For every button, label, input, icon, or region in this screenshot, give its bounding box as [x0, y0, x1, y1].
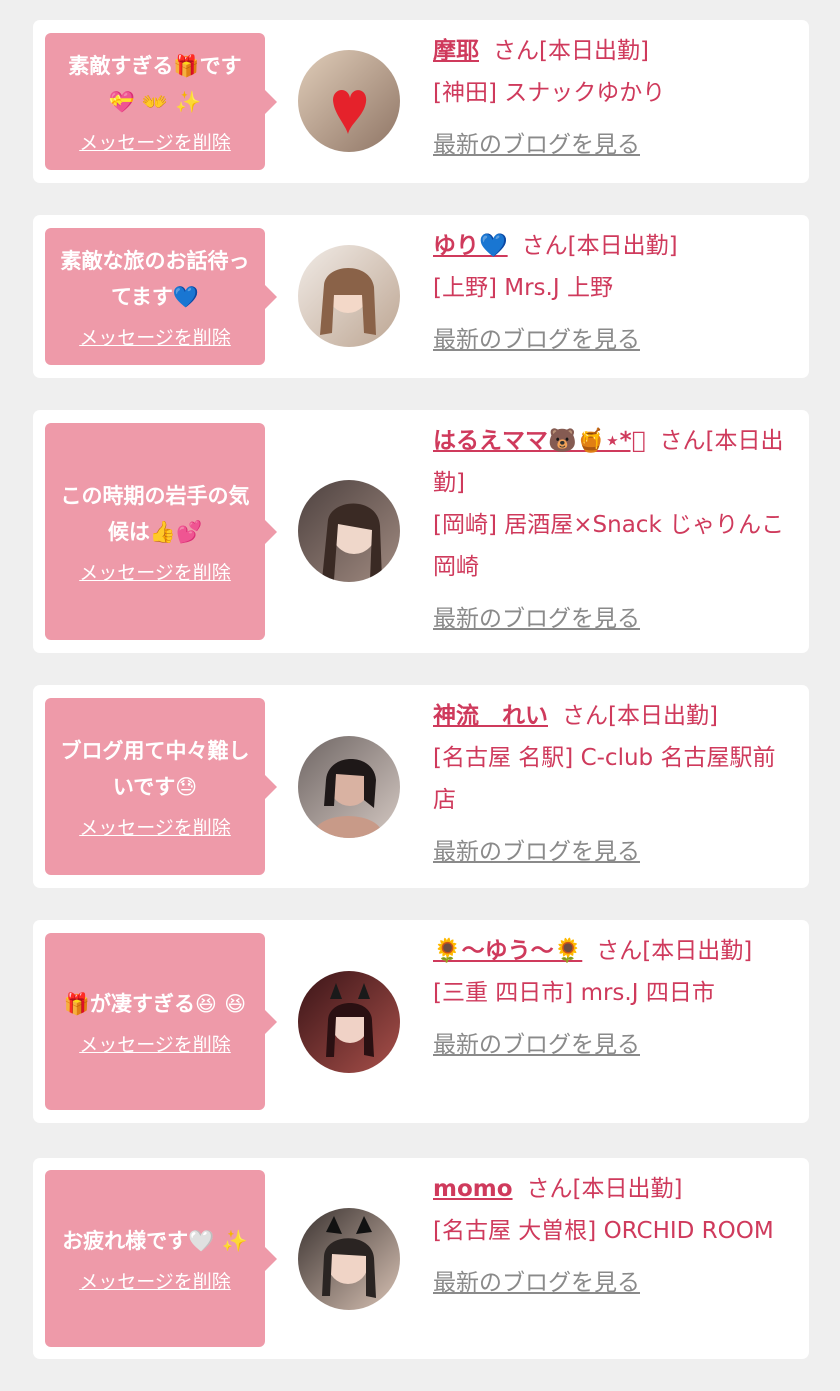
- message-bubble: お疲れ様です🤍 ✨ メッセージを削除: [45, 1170, 277, 1347]
- message-bubble: 素敵すぎる🎁です 💝 👐 ✨ メッセージを削除: [45, 33, 277, 170]
- delete-message-link[interactable]: メッセージを削除: [79, 323, 231, 350]
- message-card: ブログ用て中々難しいです😓 メッセージを削除 神流 れい さん[本日出勤] [名古…: [33, 685, 809, 888]
- message-bubble: 🎁が凄すぎる😆 😆 メッセージを削除: [45, 933, 277, 1110]
- cast-name-link[interactable]: 神流 れい: [433, 703, 548, 729]
- delete-message-link[interactable]: メッセージを削除: [79, 813, 231, 840]
- shop-text: [名古屋 名駅] C-club 名古屋駅前店: [433, 745, 776, 813]
- message-card: お疲れ様です🤍 ✨ メッセージを削除 momo さん[本日出勤] [名古屋 大曽根…: [33, 1158, 809, 1359]
- delete-message-link[interactable]: メッセージを削除: [79, 558, 231, 585]
- message-bubble: 素敵な旅のお話待ってます💙 メッセージを削除: [45, 228, 277, 365]
- shop-text: [岡崎] 居酒屋×Snack じゃりんこ岡崎: [433, 512, 785, 580]
- cast-name-link[interactable]: momo: [433, 1176, 513, 1202]
- message-card: 🎁が凄すぎる😆 😆 メッセージを削除 🌻〜ゆう〜🌻 さん[本日出勤] [三重 四日…: [33, 920, 809, 1123]
- avatar[interactable]: [298, 971, 400, 1073]
- avatar[interactable]: [298, 50, 400, 152]
- cast-info: ゆり💙 さん[本日出勤] [上野] Mrs.J 上野 最新のブログを見る: [433, 225, 793, 361]
- message-text: お疲れ様です🤍 ✨: [62, 1229, 248, 1253]
- message-card: 素敵な旅のお話待ってます💙 メッセージを削除 ゆり💙 さん[本日出勤] [上野] …: [33, 215, 809, 378]
- cast-name-link[interactable]: 🌻〜ゆう〜🌻: [433, 938, 582, 964]
- cast-info: 神流 れい さん[本日出勤] [名古屋 名駅] C-club 名古屋駅前店 最新の…: [433, 695, 793, 873]
- message-text: 素敵すぎる🎁です 💝 👐 ✨: [68, 54, 242, 114]
- cast-info: momo さん[本日出勤] [名古屋 大曽根] ORCHID ROOM 最新のブロ…: [433, 1168, 793, 1304]
- cast-info: 🌻〜ゆう〜🌻 さん[本日出勤] [三重 四日市] mrs.J 四日市 最新のブログ…: [433, 930, 793, 1066]
- shop-text: [上野] Mrs.J 上野: [433, 275, 613, 301]
- shop-text: [神田] スナックゆかり: [433, 80, 666, 106]
- blog-link[interactable]: 最新のブログを見る: [433, 319, 640, 361]
- message-card: この時期の岩手の気候は👍💕 メッセージを削除 はるえママ🐻🍯⋆*ﾟ さん[本日出勤…: [33, 410, 809, 653]
- honorific-text: さん[本日出勤]: [493, 38, 649, 64]
- blog-link[interactable]: 最新のブログを見る: [433, 1024, 640, 1066]
- delete-message-link[interactable]: メッセージを削除: [79, 1030, 231, 1057]
- avatar[interactable]: [298, 736, 400, 838]
- honorific-text: さん[本日出勤]: [596, 938, 753, 964]
- cast-info: 摩耶 さん[本日出勤] [神田] スナックゆかり 最新のブログを見る: [433, 30, 793, 166]
- message-text: 🎁が凄すぎる😆 😆: [63, 992, 247, 1016]
- cast-name-link[interactable]: はるえママ🐻🍯⋆*ﾟ: [433, 428, 646, 454]
- avatar[interactable]: [298, 1208, 400, 1310]
- honorific-text: さん[本日出勤]: [526, 1176, 683, 1202]
- message-text: ブログ用て中々難しいです😓: [60, 739, 250, 799]
- honorific-text: さん[本日出勤]: [562, 703, 718, 729]
- delete-message-link[interactable]: メッセージを削除: [79, 128, 231, 155]
- message-list: 素敵すぎる🎁です 💝 👐 ✨ メッセージを削除 摩耶 さん[本日出勤] [神田] …: [0, 0, 840, 1391]
- message-bubble: ブログ用て中々難しいです😓 メッセージを削除: [45, 698, 277, 875]
- avatar[interactable]: [298, 245, 400, 347]
- blog-link[interactable]: 最新のブログを見る: [433, 831, 640, 873]
- shop-text: [三重 四日市] mrs.J 四日市: [433, 980, 715, 1006]
- message-text: 素敵な旅のお話待ってます💙: [60, 249, 250, 309]
- message-bubble: この時期の岩手の気候は👍💕 メッセージを削除: [45, 423, 277, 640]
- cast-name-link[interactable]: 摩耶: [433, 38, 479, 64]
- honorific-text: さん[本日出勤]: [521, 233, 678, 259]
- blog-link[interactable]: 最新のブログを見る: [433, 1262, 640, 1304]
- message-text: この時期の岩手の気候は👍💕: [60, 484, 250, 544]
- shop-text: [名古屋 大曽根] ORCHID ROOM: [433, 1218, 774, 1244]
- message-card: 素敵すぎる🎁です 💝 👐 ✨ メッセージを削除 摩耶 さん[本日出勤] [神田] …: [33, 20, 809, 183]
- blog-link[interactable]: 最新のブログを見る: [433, 124, 640, 166]
- cast-info: はるえママ🐻🍯⋆*ﾟ さん[本日出勤] [岡崎] 居酒屋×Snack じゃりんこ岡…: [433, 420, 793, 640]
- delete-message-link[interactable]: メッセージを削除: [79, 1267, 231, 1294]
- blog-link[interactable]: 最新のブログを見る: [433, 598, 640, 640]
- cast-name-link[interactable]: ゆり💙: [433, 233, 508, 259]
- avatar[interactable]: [298, 480, 400, 582]
